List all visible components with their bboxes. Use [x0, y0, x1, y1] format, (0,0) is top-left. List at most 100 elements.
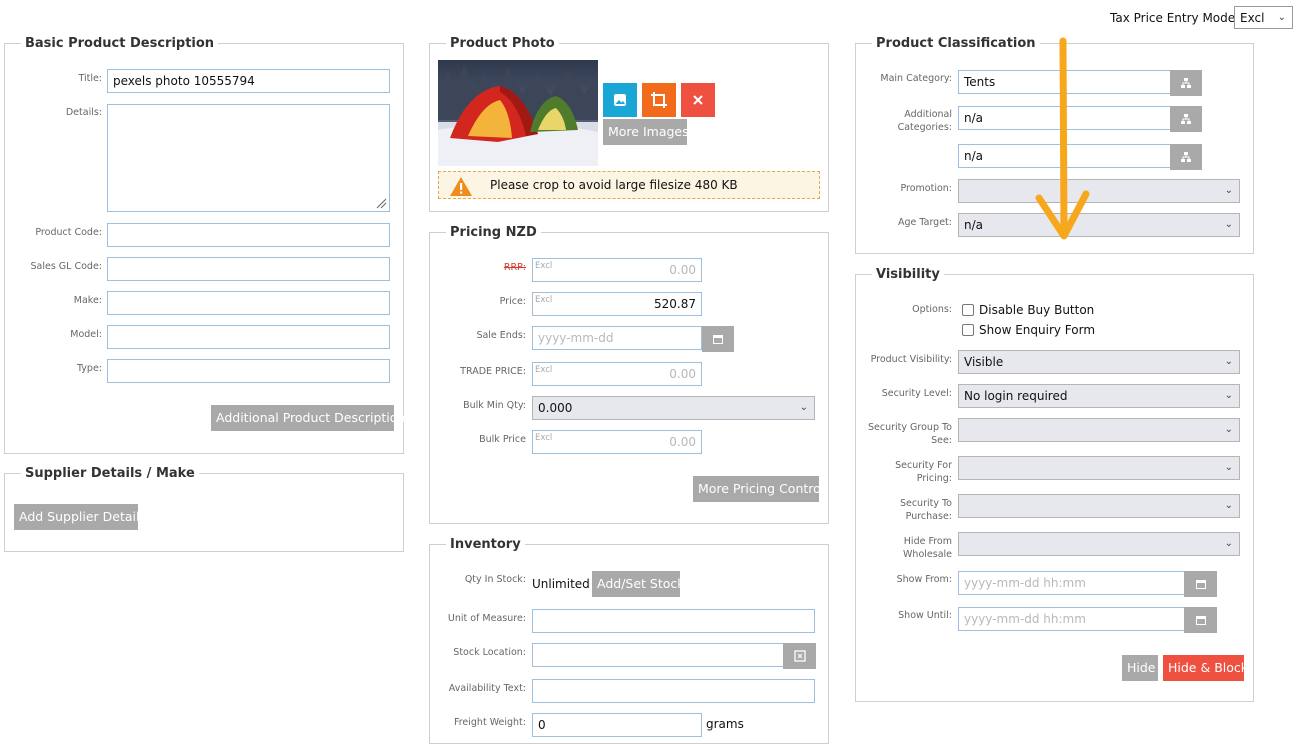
make-label: Make: [73, 295, 102, 306]
show-from-calendar-button[interactable] [1184, 571, 1217, 597]
price-label: Price: [499, 296, 526, 307]
show-until-input[interactable]: yyyy-mm-dd hh:mm [958, 607, 1185, 631]
more-images-button[interactable]: More Images [603, 119, 689, 145]
details-textarea[interactable] [107, 104, 390, 212]
tax-mode-value: Excl [1240, 11, 1265, 25]
main-category-label: Main Category: [880, 73, 952, 84]
security-level-select[interactable]: No login required ⌄ [958, 384, 1240, 408]
bulk-price-input[interactable]: Excl 0.00 [532, 430, 702, 454]
additional-category-tree-button-1[interactable] [1170, 106, 1202, 132]
sale-ends-calendar-button[interactable] [702, 326, 734, 352]
image-button[interactable] [603, 83, 637, 117]
main-category-tree-button[interactable] [1170, 70, 1202, 96]
bulk-min-select[interactable]: 0.000 ⌄ [532, 396, 815, 420]
show-until-calendar-button[interactable] [1184, 607, 1217, 633]
additional-category-tree-button-2[interactable] [1170, 144, 1202, 170]
calendar-icon [1195, 616, 1206, 625]
price-input[interactable]: Excl 520.87 [532, 292, 702, 316]
security-purchase-select[interactable]: ⌄ [958, 494, 1240, 518]
disable-buy-checkbox[interactable] [962, 304, 974, 316]
chevron-down-icon: ⌄ [1224, 538, 1233, 549]
crop-button[interactable] [642, 83, 676, 117]
trade-price-input[interactable]: Excl 0.00 [532, 362, 702, 386]
security-level-value: No login required [964, 389, 1068, 403]
excl-tag: Excl [535, 365, 553, 375]
product-code-input[interactable] [107, 223, 390, 247]
show-from-input[interactable]: yyyy-mm-dd hh:mm [958, 571, 1185, 595]
tree-icon [1181, 152, 1191, 162]
chevron-down-icon: ⌄ [1224, 424, 1233, 435]
sale-ends-label: Sale Ends: [476, 330, 526, 341]
excl-tag: Excl [535, 433, 553, 443]
calendar-icon [1195, 580, 1206, 589]
hide-wholesale-label-2: Wholesale [903, 549, 952, 560]
tree-icon [1181, 78, 1191, 88]
tax-mode-select[interactable]: Excl ⌄ [1234, 6, 1293, 29]
location-lookup-button[interactable] [783, 643, 816, 669]
promotion-label: Promotion: [900, 183, 952, 194]
basic-product-title: Basic Product Description [21, 35, 219, 53]
security-pricing-label-1: Security For [895, 460, 952, 471]
location-label: Stock Location: [453, 647, 526, 658]
options-label: Options: [912, 304, 952, 315]
make-input[interactable] [107, 291, 390, 315]
calendar-icon [713, 335, 723, 344]
age-target-label: Age Target: [898, 217, 952, 228]
security-group-label-2: See: [931, 435, 952, 446]
model-input[interactable] [107, 325, 390, 349]
trade-price-label: TRADE PRICE: [460, 366, 526, 377]
inventory-title: Inventory [446, 536, 525, 554]
availability-input[interactable] [532, 679, 815, 703]
additional-description-button[interactable]: Additional Product Description [211, 405, 405, 431]
rrp-value: 0.00 [669, 263, 696, 277]
uom-label: Unit of Measure: [447, 613, 526, 624]
bulk-min-label: Bulk Min Qty: [463, 400, 526, 411]
model-label: Model: [70, 329, 102, 340]
title-input[interactable]: pexels photo 10555794 [107, 69, 390, 93]
crop-icon [651, 92, 667, 108]
resize-handle-icon[interactable] [375, 197, 387, 209]
chevron-down-icon: ⌄ [1224, 356, 1233, 367]
tax-mode-label: Tax Price Entry Mode: [1110, 11, 1240, 25]
sale-ends-input[interactable]: yyyy-mm-dd [532, 326, 702, 350]
security-pricing-label-2: Pricing: [916, 473, 952, 484]
chevron-down-icon: ⌄ [1224, 219, 1233, 230]
add-supplier-button[interactable]: Add Supplier Details [14, 504, 146, 530]
excl-tag: Excl [535, 261, 553, 271]
hide-block-button[interactable]: Hide & Block [1163, 655, 1248, 681]
visibility-panel: Visibility [855, 266, 1254, 702]
location-input[interactable] [532, 643, 784, 667]
availability-label: Availability Text: [448, 683, 526, 694]
product-visibility-select[interactable]: Visible ⌄ [958, 350, 1240, 374]
sales-gl-input[interactable] [107, 257, 390, 281]
tree-icon [1181, 114, 1191, 124]
security-purchase-label-1: Security To [899, 498, 952, 509]
rrp-label: RRP: [503, 262, 526, 273]
chevron-down-icon: ⌄ [1224, 500, 1233, 511]
hide-wholesale-select[interactable]: ⌄ [958, 532, 1240, 556]
price-value: 520.87 [654, 297, 696, 311]
show-until-label: Show Until: [898, 610, 952, 621]
type-input[interactable] [107, 359, 390, 383]
show-enquiry-checkbox[interactable] [962, 324, 974, 336]
product-photo[interactable] [438, 60, 598, 166]
type-label: Type: [76, 363, 102, 374]
uom-input[interactable] [532, 609, 815, 633]
age-target-value: n/a [964, 218, 984, 232]
freight-input[interactable]: 0 [532, 713, 702, 737]
qty-value: Unlimited [532, 577, 590, 591]
more-pricing-button[interactable]: More Pricing Control [693, 476, 824, 502]
rrp-input[interactable]: Excl 0.00 [532, 258, 702, 282]
disable-buy-label: Disable Buy Button [979, 303, 1095, 317]
chevron-down-icon: ⌄ [1277, 12, 1286, 23]
security-pricing-select[interactable]: ⌄ [958, 456, 1240, 480]
product-visibility-label: Product Visibility: [870, 354, 952, 365]
security-group-select[interactable]: ⌄ [958, 418, 1240, 442]
bulk-min-value: 0.000 [538, 401, 573, 415]
bulk-price-value: 0.00 [669, 435, 696, 449]
delete-photo-button[interactable] [681, 83, 715, 117]
add-stock-button[interactable]: Add/Set Stock [592, 571, 685, 597]
hide-button[interactable]: Hide [1122, 655, 1158, 681]
close-icon [693, 95, 703, 105]
chevron-down-icon: ⌄ [1224, 185, 1233, 196]
